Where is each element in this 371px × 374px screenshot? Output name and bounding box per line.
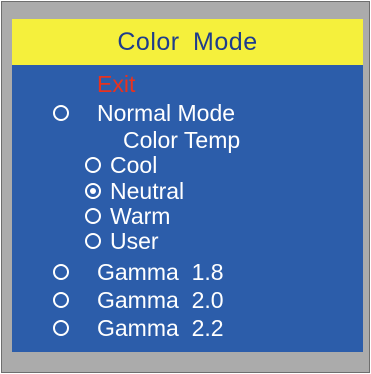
color-temp-heading: Color Temp xyxy=(123,128,240,152)
gamma-2-2-radio[interactable] xyxy=(53,320,69,336)
gamma-2-0-label: Gamma 2.0 xyxy=(97,287,224,313)
warm-radio[interactable] xyxy=(85,208,101,224)
warm-label: Warm xyxy=(110,203,171,229)
menu-title: Color Mode xyxy=(117,27,258,56)
neutral-label: Neutral xyxy=(110,178,185,204)
gamma-2-2-label: Gamma 2.2 xyxy=(97,315,224,341)
menu-title-bar: Color Mode xyxy=(12,19,363,65)
gamma-1-8-radio[interactable] xyxy=(53,264,69,280)
gamma-2-0-radio[interactable] xyxy=(53,292,69,308)
user-radio[interactable] xyxy=(85,233,101,249)
normal-mode-radio[interactable] xyxy=(53,105,69,121)
menu-panel: Exit Normal Mode Color Temp Cool Neutral xyxy=(12,65,363,352)
exit-menu-item[interactable]: Exit xyxy=(97,72,135,96)
cool-label: Cool xyxy=(110,152,158,178)
color-temp-label: Color Temp xyxy=(123,127,241,153)
cool-radio[interactable] xyxy=(85,157,101,173)
exit-label: Exit xyxy=(97,71,136,97)
neutral-radio[interactable] xyxy=(85,183,101,199)
gamma-1-8-label: Gamma 1.8 xyxy=(97,259,224,285)
osd-window: Color Mode Exit Normal Mode Color Temp C… xyxy=(1,1,370,373)
normal-mode-label: Normal Mode xyxy=(97,100,236,126)
user-label: User xyxy=(110,228,159,254)
